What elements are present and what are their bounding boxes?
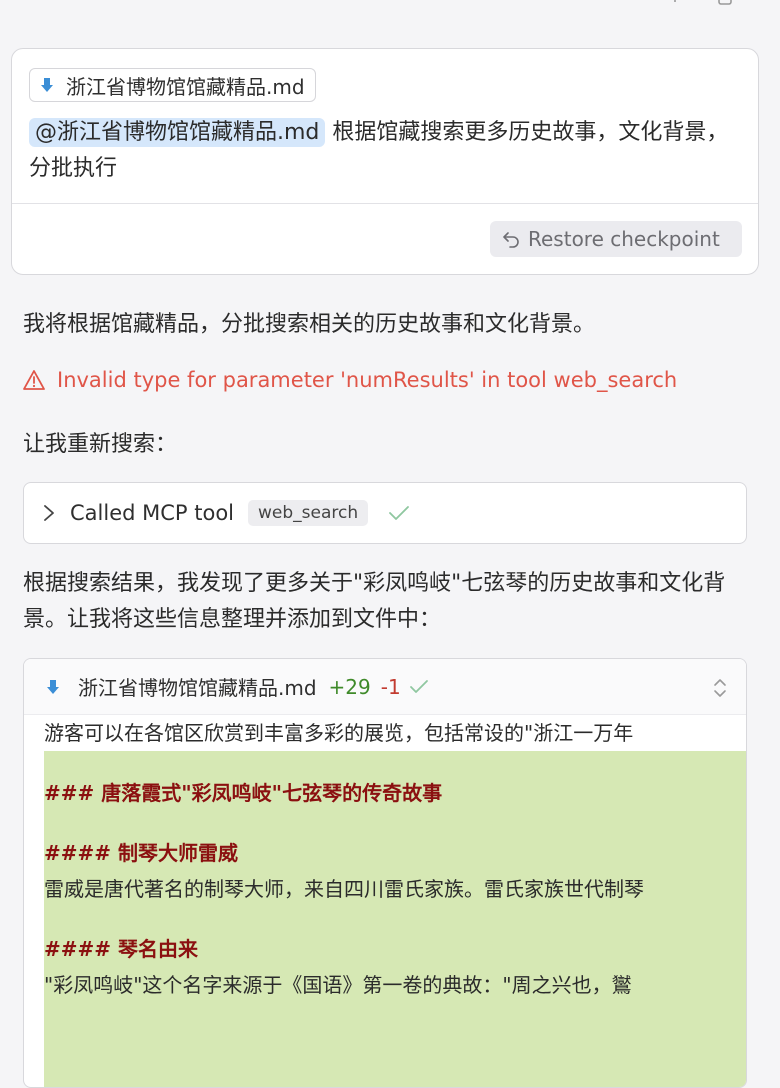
- added-heading-3: ### 唐落霞式"彩凤鸣岐"七弦琴的传奇故事: [44, 781, 443, 805]
- assistant-intro: 我将根据馆藏精品，分批搜索相关的历史故事和文化背景。: [23, 312, 596, 337]
- restore-checkpoint-button[interactable]: Restore checkpoint: [490, 221, 742, 257]
- tool-call-row[interactable]: Called MCP tool web_search: [23, 482, 747, 544]
- user-message-text: @浙江省博物馆馆藏精品.md 根据馆藏搜索更多历史故事，文化背景，分批执行: [29, 115, 749, 187]
- diff-deletions: -1: [380, 674, 401, 699]
- error-message: Invalid type for parameter 'numResults' …: [23, 368, 677, 392]
- warning-icon: [23, 370, 45, 390]
- file-mention[interactable]: @浙江省博物馆馆藏精品.md: [29, 118, 326, 147]
- diff-content: 游客可以在各馆区欣赏到丰富多彩的展览，包括常设的"浙江一万年 ### 唐落霞式"…: [44, 715, 746, 1087]
- attachment-filename: 浙江省博物馆馆藏精品.md: [66, 74, 305, 99]
- file-diff-card: 浙江省博物馆馆藏精品.md +29 -1 游客可以在各馆区欣赏到丰富多彩的展览，…: [23, 658, 747, 1088]
- tool-name-badge: web_search: [248, 500, 369, 526]
- attachment-chip[interactable]: 浙江省博物馆馆藏精品.md: [29, 68, 316, 102]
- markdown-file-icon: [41, 78, 53, 92]
- markdown-file-icon: [47, 679, 59, 694]
- added-paragraph: "彩凤鸣岐"这个名字来源于《国语》第一卷的典故："周之兴也，鸑: [44, 973, 632, 997]
- card-divider: [12, 203, 758, 204]
- undo-icon: [503, 232, 519, 248]
- check-icon: [389, 506, 410, 520]
- more-icon[interactable]: [666, 0, 684, 12]
- assistant-retry: 让我重新搜索：: [23, 432, 178, 457]
- diff-header[interactable]: 浙江省博物馆馆藏精品.md +29 -1: [24, 659, 746, 715]
- tool-call-label: Called MCP tool: [70, 501, 235, 525]
- diff-additions: +29: [328, 674, 371, 699]
- added-paragraph: 雷威是唐代著名的制琴大师，来自四川雷氏家族。雷氏家族世代制琴: [44, 877, 644, 901]
- added-heading-4: #### 制琴大师雷威: [44, 841, 238, 865]
- restore-label: Restore checkpoint: [528, 227, 720, 251]
- copy-icon[interactable]: [716, 0, 734, 12]
- context-line: 游客可以在各馆区欣赏到丰富多彩的展览，包括常设的"浙江一万年: [44, 715, 746, 751]
- expand-collapse-icon[interactable]: [712, 677, 728, 699]
- check-icon: [409, 679, 428, 693]
- user-message-card: 浙江省博物馆馆藏精品.md @浙江省博物馆馆藏精品.md 根据馆藏搜索更多历史故…: [11, 48, 759, 275]
- chevron-right-icon: [44, 505, 54, 521]
- added-heading-4: #### 琴名由来: [44, 937, 198, 961]
- added-block: ### 唐落霞式"彩凤鸣岐"七弦琴的传奇故事 #### 制琴大师雷威 雷威是唐代…: [44, 751, 746, 1087]
- error-text: Invalid type for parameter 'numResults' …: [57, 368, 678, 392]
- diff-filename: 浙江省博物馆馆藏精品.md: [78, 676, 317, 700]
- top-toolbar: [666, 0, 734, 12]
- assistant-summary: 根据搜索结果，我发现了更多关于"彩凤鸣岐"七弦琴的历史故事和文化背景。让我将这些…: [23, 571, 726, 632]
